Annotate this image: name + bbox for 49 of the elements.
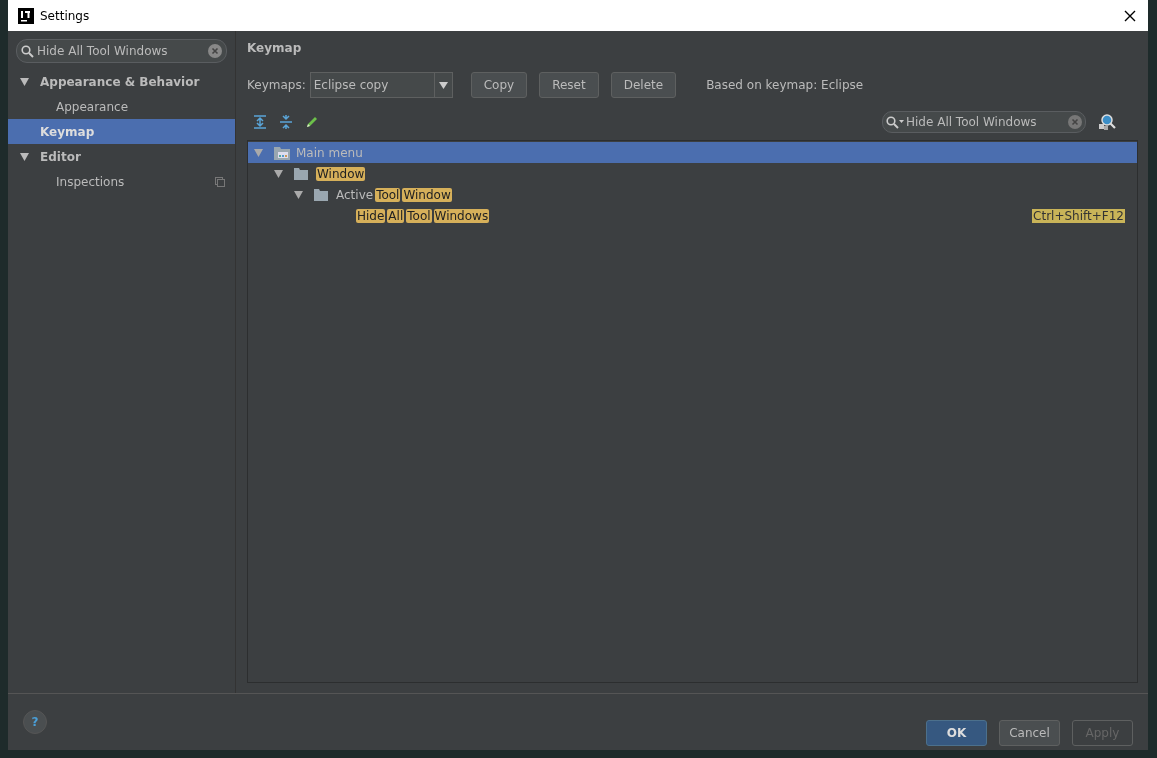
- folder-icon: [314, 188, 328, 201]
- tree-row[interactable]: Window: [248, 163, 1137, 184]
- expand-arrow-icon[interactable]: [274, 169, 283, 178]
- expand-all-icon[interactable]: [253, 115, 267, 129]
- menu-folder-icon: [274, 145, 290, 160]
- based-on-label: Based on keymap: Eclipse: [706, 78, 864, 92]
- search-highlight: Window: [316, 166, 366, 181]
- expand-arrow-icon[interactable]: [19, 152, 29, 161]
- dropdown-arrow-icon: [438, 81, 448, 89]
- tree-row[interactable]: Main menu: [248, 142, 1137, 163]
- shortcut-badge: Ctrl+Shift+F12: [1032, 208, 1125, 223]
- search-highlight: Hide: [356, 208, 386, 223]
- folder-icon: [294, 167, 308, 180]
- close-icon[interactable]: [1124, 9, 1136, 22]
- tree-label: Main menu: [296, 145, 363, 160]
- search-highlight: Tool: [375, 187, 401, 202]
- pencil-icon[interactable]: [305, 115, 319, 129]
- keymap-dropdown[interactable]: Eclipse copy: [309, 72, 453, 98]
- dialog-button[interactable]: Cancel: [999, 720, 1060, 746]
- collapse-all-icon[interactable]: [279, 115, 293, 129]
- help-button[interactable]: ?: [23, 710, 47, 734]
- sidebar-item[interactable]: Appearance: [8, 94, 235, 119]
- tree-label: Active: [336, 187, 374, 202]
- expand-arrow-icon[interactable]: [19, 77, 29, 86]
- sidebar-item[interactable]: Inspections: [8, 169, 235, 194]
- page-title: Keymap: [247, 41, 303, 57]
- search-highlight: Windows: [433, 208, 490, 223]
- search-field[interactable]: Hide All Tool Windows: [16, 39, 227, 63]
- tree-row[interactable]: Hide All Tool Windows Ctrl+Shift+F12: [248, 205, 1137, 226]
- search-icon: [21, 44, 34, 58]
- action-button[interactable]: Delete: [610, 72, 677, 98]
- dialog-button[interactable]: OK: [926, 720, 987, 746]
- action-button[interactable]: Reset: [539, 72, 599, 98]
- expand-arrow-icon[interactable]: [294, 190, 303, 199]
- tree-row[interactable]: Active Tool Window: [248, 184, 1137, 205]
- app-logo-icon: [18, 7, 34, 24]
- window-title: Settings: [40, 8, 90, 23]
- clear-icon[interactable]: [208, 44, 222, 58]
- find-shortcut-icon[interactable]: [1098, 113, 1116, 131]
- search-highlight: Window: [402, 187, 452, 202]
- sidebar-item[interactable]: Keymap: [8, 119, 235, 144]
- search-icon[interactable]: [886, 115, 904, 129]
- sidebar-item[interactable]: Editor: [8, 144, 235, 169]
- filter-field[interactable]: Hide All Tool Windows: [882, 111, 1086, 133]
- keymaps-label: Keymaps:: [247, 78, 306, 92]
- search-highlight: All: [387, 208, 405, 223]
- search-highlight: Tool: [406, 208, 432, 223]
- sidebar-item[interactable]: Appearance & Behavior: [8, 69, 235, 94]
- action-button[interactable]: Copy: [470, 72, 528, 98]
